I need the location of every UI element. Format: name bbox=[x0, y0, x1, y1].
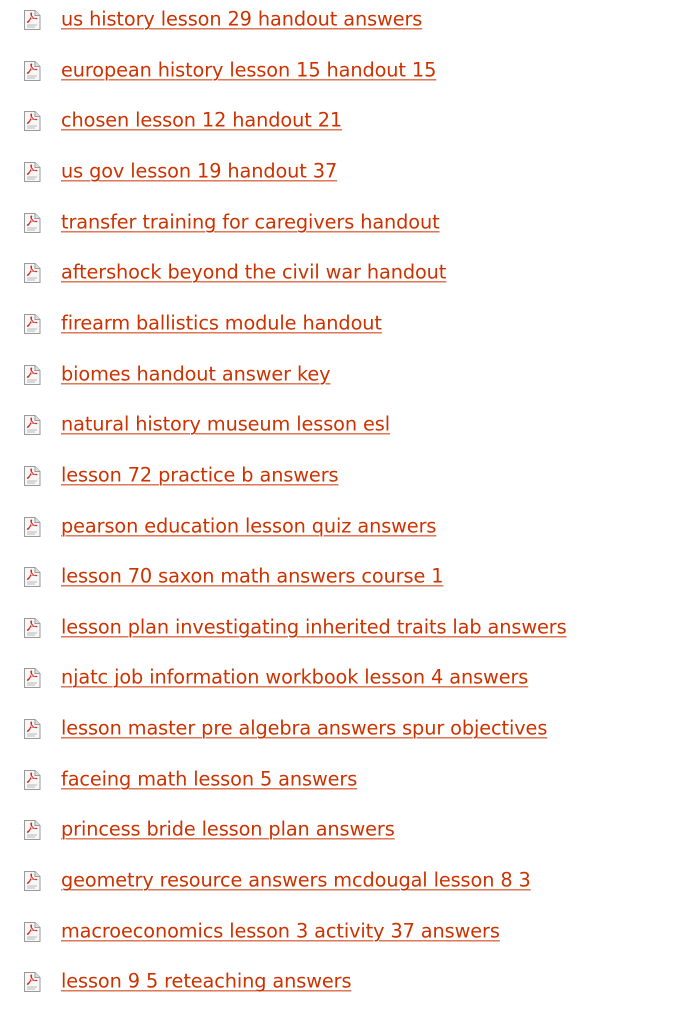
document-link[interactable]: geometry resource answers mcdougal lesso… bbox=[61, 868, 531, 891]
list-item: us gov lesson 19 handout 37 bbox=[0, 152, 682, 192]
list-item: natural history museum lesson esl bbox=[0, 405, 682, 445]
document-link[interactable]: lesson 72 practice b answers bbox=[61, 463, 339, 486]
list-item: biomes handout answer key bbox=[0, 355, 682, 395]
pdf-file-icon bbox=[23, 212, 41, 233]
pdf-file-icon bbox=[23, 60, 41, 81]
pdf-file-icon bbox=[23, 871, 41, 892]
list-item: lesson 72 practice b answers bbox=[0, 456, 682, 496]
pdf-file-icon bbox=[23, 10, 41, 30]
list-item: lesson plan investigating inherited trai… bbox=[0, 608, 682, 648]
list-item: european history lesson 15 handout 15 bbox=[0, 51, 682, 91]
list-item: faceing math lesson 5 answers bbox=[0, 760, 682, 800]
document-link[interactable]: transfer training for caregivers handout bbox=[61, 210, 440, 233]
document-link[interactable]: njatc job information workbook lesson 4 … bbox=[61, 666, 528, 689]
pdf-file-icon bbox=[23, 465, 41, 486]
document-link[interactable]: lesson 9 5 reteaching answers bbox=[61, 970, 352, 993]
pdf-file-icon bbox=[23, 820, 41, 841]
document-link[interactable]: us gov lesson 19 handout 37 bbox=[61, 159, 337, 182]
document-link[interactable]: lesson plan investigating inherited trai… bbox=[61, 615, 567, 638]
pdf-file-icon bbox=[23, 769, 41, 790]
list-item: pearson education lesson quiz answers bbox=[0, 507, 682, 547]
pdf-file-icon bbox=[23, 567, 41, 588]
document-link[interactable]: biomes handout answer key bbox=[61, 362, 331, 385]
pdf-file-icon bbox=[23, 719, 41, 740]
pdf-file-icon bbox=[23, 364, 41, 385]
pdf-file-icon bbox=[23, 921, 41, 942]
document-link[interactable]: macroeconomics lesson 3 activity 37 answ… bbox=[61, 919, 500, 942]
document-link[interactable]: european history lesson 15 handout 15 bbox=[61, 58, 436, 81]
list-item: aftershock beyond the civil war handout bbox=[0, 253, 682, 293]
list-item: njatc job information workbook lesson 4 … bbox=[0, 658, 682, 698]
pdf-file-icon bbox=[23, 161, 41, 182]
document-link[interactable]: aftershock beyond the civil war handout bbox=[61, 261, 446, 284]
pdf-file-icon bbox=[23, 516, 41, 537]
document-link[interactable]: chosen lesson 12 handout 21 bbox=[61, 109, 342, 132]
list-item: princess bride lesson plan answers bbox=[0, 810, 682, 850]
pdf-file-icon bbox=[23, 617, 41, 638]
document-link[interactable]: faceing math lesson 5 answers bbox=[61, 767, 357, 790]
document-link[interactable]: us history lesson 29 handout answers bbox=[61, 7, 422, 30]
list-item: geometry resource answers mcdougal lesso… bbox=[0, 861, 682, 901]
pdf-file-icon bbox=[23, 263, 41, 284]
list-item: transfer training for caregivers handout bbox=[0, 203, 682, 243]
list-item: chosen lesson 12 handout 21 bbox=[0, 101, 682, 141]
list-item: macroeconomics lesson 3 activity 37 answ… bbox=[0, 912, 682, 952]
document-link[interactable]: firearm ballistics module handout bbox=[61, 311, 382, 334]
document-link-list: us history lesson 29 handout answers eur… bbox=[0, 0, 682, 1021]
pdf-file-icon bbox=[23, 415, 41, 436]
document-link[interactable]: natural history museum lesson esl bbox=[61, 413, 390, 436]
document-link[interactable]: pearson education lesson quiz answers bbox=[61, 514, 436, 537]
document-link[interactable]: lesson master pre algebra answers spur o… bbox=[61, 716, 547, 739]
pdf-file-icon bbox=[23, 111, 41, 132]
document-link[interactable]: princess bride lesson plan answers bbox=[61, 818, 395, 841]
pdf-file-icon bbox=[23, 668, 41, 689]
list-item: firearm ballistics module handout bbox=[0, 304, 682, 344]
document-link[interactable]: lesson 70 saxon math answers course 1 bbox=[61, 564, 444, 587]
list-item: lesson master pre algebra answers spur o… bbox=[0, 709, 682, 749]
list-item: lesson 70 saxon math answers course 1 bbox=[0, 557, 682, 597]
list-item: lesson 9 5 reteaching answers bbox=[0, 962, 682, 1002]
pdf-file-icon bbox=[23, 313, 41, 334]
list-item: us history lesson 29 handout answers bbox=[0, 0, 682, 40]
pdf-file-icon bbox=[23, 972, 41, 993]
